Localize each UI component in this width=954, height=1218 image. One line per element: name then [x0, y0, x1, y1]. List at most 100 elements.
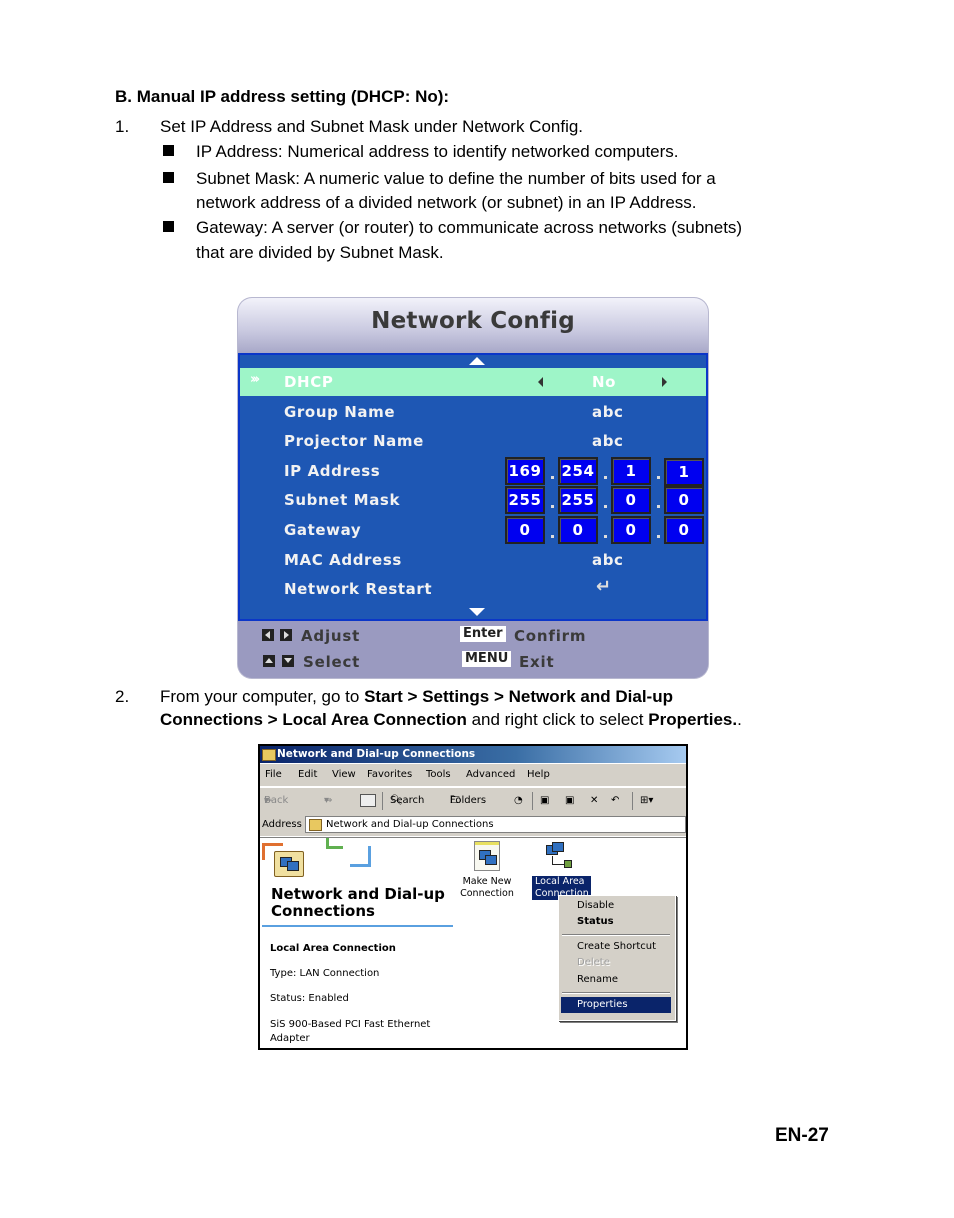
enter-return-icon[interactable]: ↵ — [596, 576, 612, 597]
select-hint: Select — [303, 653, 361, 671]
back-button[interactable]: ⇐ Back ▾ — [264, 788, 288, 814]
context-menu: Disable Status Create Shortcut Delete Re… — [558, 895, 676, 1021]
subnet-octet-field[interactable]: 0 — [664, 486, 704, 514]
osd-row-dhcp[interactable]: ››› DHCP No — [240, 368, 706, 396]
osd-label: MAC Address — [284, 551, 402, 569]
window-titlebar[interactable]: Network and Dial-up Connections — [260, 746, 686, 763]
osd-row-ip-address[interactable]: IP Address 169 254 1 1 — [240, 457, 706, 486]
history-icon[interactable]: ◔ — [514, 788, 523, 814]
menu-tools[interactable]: Tools — [426, 764, 451, 786]
osd-row-mac-address[interactable]: MAC Address abc — [240, 546, 706, 574]
local-area-connection-icon — [546, 842, 576, 872]
osd-header: Network Config — [238, 298, 708, 353]
adapter-line-2: Adapter — [270, 1033, 310, 1044]
left-arrow-icon[interactable] — [538, 377, 543, 387]
move-to-icon[interactable]: ▣ — [540, 788, 549, 814]
menu-favorites[interactable]: Favorites — [367, 764, 412, 786]
panel-title-line-1: Network and Dial-up — [271, 885, 445, 903]
osd-row-network-restart[interactable]: Network Restart ↵ — [240, 575, 706, 603]
ip-octet-field[interactable]: 169 — [505, 457, 545, 485]
osd-value: abc — [592, 403, 624, 421]
make-new-connection-item[interactable]: Make New Connection — [457, 838, 517, 902]
gateway-octet-field[interactable]: 0 — [664, 516, 704, 544]
context-menu-rename[interactable]: Rename — [559, 972, 673, 988]
osd-row-gateway[interactable]: Gateway 0 0 0 0 — [240, 516, 706, 544]
bullet-gateway: Gateway: A server (or router) to communi… — [196, 218, 743, 237]
osd-menu-body: ››› DHCP No Group Name abc Projector Nam… — [238, 353, 708, 621]
undo-icon[interactable]: ↶ — [611, 788, 619, 814]
views-icon[interactable]: ⊞▾ — [640, 788, 653, 814]
osd-row-group-name[interactable]: Group Name abc — [240, 398, 706, 426]
search-label: Search — [390, 795, 425, 806]
step-1-number: 1. — [115, 117, 130, 136]
step-2-line-1: From your computer, go to Start > Settin… — [160, 684, 673, 709]
delete-icon[interactable]: ✕ — [590, 788, 598, 814]
subnet-octet-field[interactable]: 255 — [558, 486, 598, 514]
confirm-hint: Confirm — [514, 627, 587, 645]
menu-file[interactable]: File — [265, 764, 282, 786]
make-new-connection-icon — [474, 841, 500, 871]
local-area-connection-item[interactable]: Local Area Connection — [532, 838, 592, 902]
step-2-text-cont: and right click to select — [466, 710, 649, 729]
address-bar: Address Network and Dial-up Connections — [260, 814, 686, 836]
forward-button[interactable]: ⇒ ▾ — [324, 788, 332, 814]
enter-key-label: Enter — [460, 626, 506, 642]
toolbar-separator — [382, 792, 383, 810]
address-input[interactable]: Network and Dial-up Connections — [305, 816, 686, 833]
banner-decoration — [326, 838, 343, 849]
right-arrow-icon[interactable] — [662, 377, 667, 387]
gateway-octet-field[interactable]: 0 — [505, 516, 545, 544]
osd-value: abc — [592, 551, 624, 569]
exit-hint: Exit — [519, 653, 555, 671]
section-heading: B. Manual IP address setting (DHCP: No): — [115, 87, 450, 106]
ip-octet-field[interactable]: 1 — [664, 458, 704, 486]
menu-help[interactable]: Help — [527, 764, 550, 786]
icon-label-line-2: Connection — [460, 888, 514, 899]
copy-to-icon[interactable]: ▣ — [565, 788, 574, 814]
osd-value: No — [592, 373, 617, 391]
gateway-octet-field[interactable]: 0 — [611, 516, 651, 544]
ip-octet-field[interactable]: 1 — [611, 457, 651, 485]
ip-octet-field[interactable]: 254 — [558, 457, 598, 485]
osd-label: IP Address — [284, 462, 381, 480]
context-menu-delete: Delete — [577, 957, 610, 968]
bullet-icon — [163, 145, 174, 156]
panel-divider — [262, 925, 453, 927]
context-menu-disable[interactable]: Disable — [559, 898, 673, 914]
step-1-text: Set IP Address and Subnet Mask under Net… — [160, 117, 584, 136]
make-new-connection-label: Make New Connection — [457, 876, 517, 900]
scroll-up-arrow-icon[interactable] — [469, 357, 485, 365]
step-2-properties: Properties. — [648, 710, 738, 729]
octet-separator — [604, 535, 607, 538]
osd-label: Subnet Mask — [284, 491, 401, 509]
address-label: Address — [262, 819, 302, 830]
step-2-path: Start > Settings > Network and Dial-up — [364, 687, 673, 706]
context-menu-properties[interactable]: Properties — [561, 997, 671, 1013]
menu-advanced[interactable]: Advanced — [466, 764, 515, 786]
subnet-octet-field[interactable]: 255 — [505, 486, 545, 514]
folders-label: Folders — [450, 795, 487, 806]
content-pane: Network and Dial-up Connections Local Ar… — [260, 837, 686, 1048]
subnet-octet-field[interactable]: 0 — [611, 486, 651, 514]
osd-row-subnet-mask[interactable]: Subnet Mask 255 255 0 0 — [240, 486, 706, 514]
bullet-icon — [163, 172, 174, 183]
context-menu-create-shortcut[interactable]: Create Shortcut — [559, 939, 673, 955]
menu-view[interactable]: View — [332, 764, 356, 786]
step-2-path-cont: Connections > Local Area Connection — [160, 710, 467, 729]
context-menu-status[interactable]: Status — [559, 914, 673, 930]
banner-decoration — [350, 846, 371, 867]
icon-label-line-1: Make New — [462, 876, 512, 887]
scroll-down-arrow-icon[interactable] — [469, 608, 485, 616]
menu-edit[interactable]: Edit — [298, 764, 317, 786]
gateway-octet-field[interactable]: 0 — [558, 516, 598, 544]
bullet-icon — [163, 221, 174, 232]
octet-separator — [551, 535, 554, 538]
details-adapter: SiS 900-Based PCI Fast Ethernet Adapter — [270, 1018, 430, 1046]
osd-label: Group Name — [284, 403, 396, 421]
osd-row-projector-name[interactable]: Projector Name abc — [240, 427, 706, 455]
octet-separator — [657, 476, 660, 479]
network-connections-window: Network and Dial-up Connections File Edi… — [258, 744, 688, 1050]
osd-footer: Adjust Select Enter Confirm MENU Exit — [238, 621, 708, 678]
address-value: Network and Dial-up Connections — [326, 819, 494, 830]
up-folder-icon[interactable] — [360, 794, 376, 807]
